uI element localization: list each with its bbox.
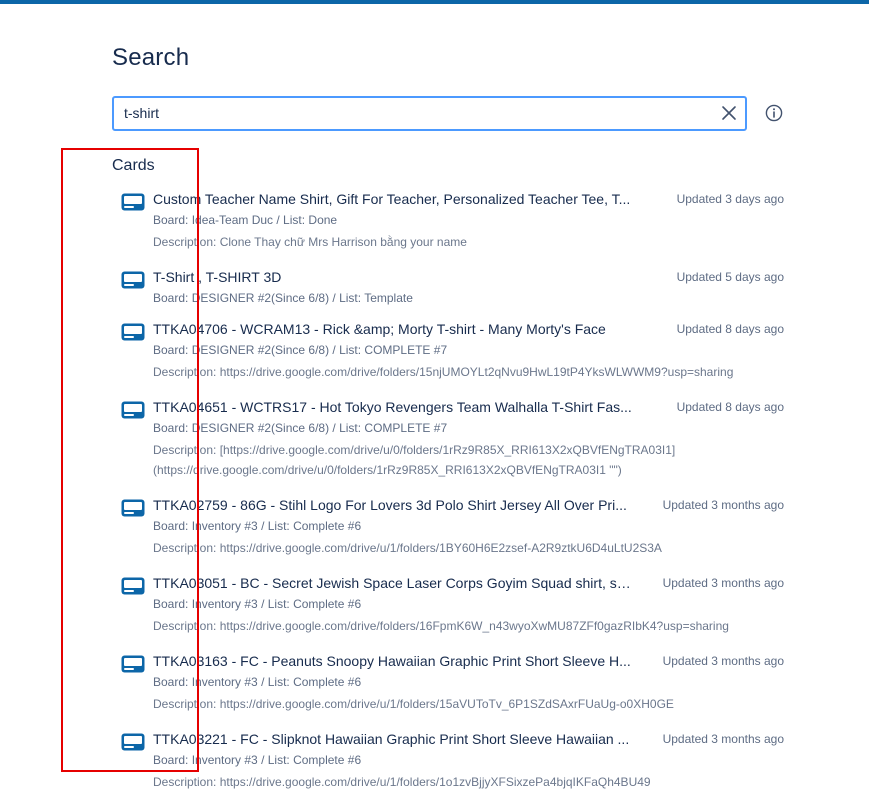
card-board-list: Board: DESIGNER #2(Since 6/8) / List: CO…: [153, 421, 448, 435]
card-description: Description: https://drive.google.com/dr…: [153, 365, 734, 379]
card-description: Description: [https://drive.google.com/d…: [153, 443, 676, 457]
card-icon: [121, 323, 145, 341]
close-icon[interactable]: [721, 105, 737, 121]
card-description: Description: https://drive.google.com/dr…: [153, 619, 729, 633]
card-title[interactable]: T-Shirt , T-SHIRT 3D: [153, 268, 633, 286]
card-icon: [121, 401, 145, 419]
card-updated-time: Updated 3 months ago: [662, 498, 784, 512]
card-title[interactable]: TTKA04651 - WCTRS17 - Hot Tokyo Revenger…: [153, 398, 633, 416]
card-updated-time: Updated 5 days ago: [676, 270, 784, 284]
card-icon: [121, 655, 145, 673]
card-description: Description: Clone Thay chữ Mrs Harrison…: [153, 235, 467, 249]
card-updated-time: Updated 3 months ago: [662, 654, 784, 668]
card-title[interactable]: TTKA03163 - FC - Peanuts Snoopy Hawaiian…: [153, 652, 633, 670]
card-board-list: Board: Inventory #3 / List: Complete #6: [153, 519, 362, 533]
card-icon: [121, 577, 145, 595]
card-icon: [121, 733, 145, 751]
card-title[interactable]: Custom Teacher Name Shirt, Gift For Teac…: [153, 190, 633, 208]
card-title[interactable]: TTKA03051 - BC - Secret Jewish Space Las…: [153, 574, 633, 592]
card-description: Description: https://drive.google.com/dr…: [153, 775, 651, 789]
card-description: Description: https://drive.google.com/dr…: [153, 697, 674, 711]
card-board-list: Board: Idea-Team Duc / List: Done: [153, 213, 338, 227]
info-icon[interactable]: [765, 104, 783, 122]
search-box: [112, 96, 747, 131]
card-description: (https://drive.google.com/drive/u/0/fold…: [153, 463, 622, 477]
card-updated-time: Updated 3 months ago: [662, 732, 784, 746]
card-board-list: Board: Inventory #3 / List: Complete #6: [153, 675, 362, 689]
card-updated-time: Updated 8 days ago: [676, 322, 784, 336]
card-updated-time: Updated 8 days ago: [676, 400, 784, 414]
cards-section-title: Cards: [112, 157, 155, 174]
search-input[interactable]: [124, 102, 704, 124]
card-updated-time: Updated 3 months ago: [662, 576, 784, 590]
card-title[interactable]: TTKA03221 - FC - Slipknot Hawaiian Graph…: [153, 730, 633, 748]
card-icon: [121, 193, 145, 211]
card-board-list: Board: DESIGNER #2(Since 6/8) / List: CO…: [153, 343, 448, 357]
card-icon: [121, 499, 145, 517]
card-updated-time: Updated 3 days ago: [676, 192, 784, 206]
top-accent-bar: [0, 0, 869, 4]
card-title[interactable]: TTKA04706 - WCRAM13 - Rick &amp; Morty T…: [153, 320, 633, 338]
card-board-list: Board: Inventory #3 / List: Complete #6: [153, 597, 362, 611]
card-board-list: Board: Inventory #3 / List: Complete #6: [153, 753, 362, 767]
card-description: Description: https://drive.google.com/dr…: [153, 541, 662, 555]
page-title: Search: [112, 44, 190, 71]
card-board-list: Board: DESIGNER #2(Since 6/8) / List: Te…: [153, 291, 413, 305]
card-icon: [121, 271, 145, 289]
card-title[interactable]: TTKA02759 - 86G - Stihl Logo For Lovers …: [153, 496, 633, 514]
